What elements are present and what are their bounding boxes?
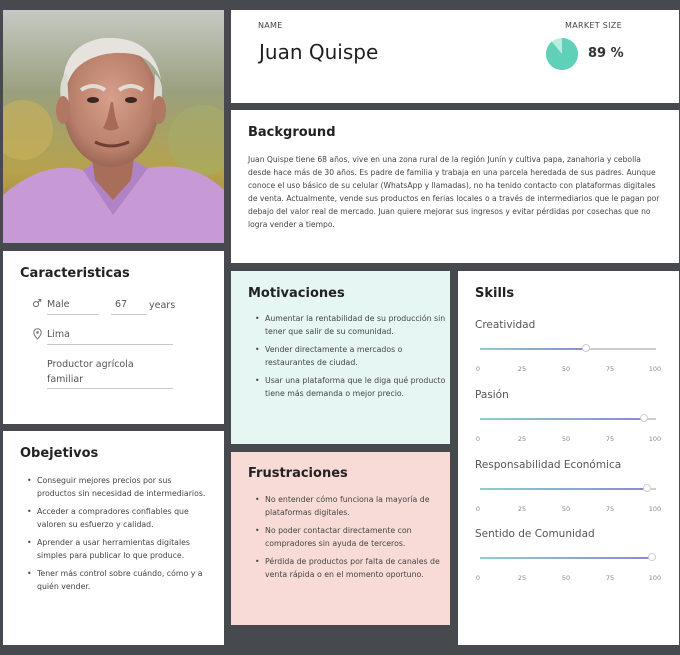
tick-label: 50 bbox=[561, 435, 571, 443]
occupation-field: Productor agrícola familiar bbox=[47, 359, 134, 385]
tick-label: 50 bbox=[561, 365, 571, 373]
tick-label: 100 bbox=[648, 435, 662, 443]
motivaciones-list: Aumentar la rentabilidad de su producció… bbox=[252, 313, 447, 406]
list-item: Vender directamente a mercados o restaur… bbox=[255, 344, 447, 369]
skill-label: Responsabilidad Económica bbox=[475, 459, 622, 471]
skill-scale: 0 25 50 75 100 bbox=[475, 574, 661, 584]
name-label: NAME bbox=[258, 21, 283, 30]
tick-label: 0 bbox=[475, 365, 481, 373]
skill-slider-fill bbox=[480, 557, 653, 559]
market-size-pie bbox=[545, 38, 578, 70]
objetivos-card: Obejetivos Conseguir mejores precios por… bbox=[3, 431, 224, 645]
tick-label: 0 bbox=[475, 574, 481, 582]
list-item: Pérdida de productos por falta de canale… bbox=[255, 556, 447, 581]
skill-scale: 0 25 50 75 100 bbox=[475, 365, 661, 375]
skills-card: Skills Creatividad 0 25 50 75 100 Pasión… bbox=[458, 271, 679, 645]
background-title: Background bbox=[248, 125, 336, 140]
skill-slider-track[interactable] bbox=[480, 344, 656, 352]
skill-label: Pasión bbox=[475, 389, 509, 401]
tick-label: 50 bbox=[561, 574, 571, 582]
age-field: 67 bbox=[115, 299, 128, 310]
tick-label: 75 bbox=[605, 365, 615, 373]
motivaciones-title: Motivaciones bbox=[248, 286, 345, 301]
background-card: Background Juan Quispe tiene 68 años, vi… bbox=[231, 110, 679, 263]
skill-slider-track[interactable] bbox=[480, 414, 656, 422]
tick-label: 25 bbox=[517, 365, 527, 373]
age-underline bbox=[111, 314, 147, 315]
skill-scale: 0 25 50 75 100 bbox=[475, 435, 661, 445]
location-field: Lima bbox=[47, 329, 71, 340]
tick-label: 25 bbox=[517, 505, 527, 513]
tick-label: 75 bbox=[605, 435, 615, 443]
persona-name: Juan Quispe bbox=[259, 40, 379, 64]
gender-field: Male bbox=[47, 299, 70, 310]
frustraciones-title: Frustraciones bbox=[248, 466, 348, 481]
background-text: Juan Quispe tiene 68 años, vive en una z… bbox=[248, 155, 660, 229]
objetivos-title: Obejetivos bbox=[20, 446, 99, 461]
location-pin-icon bbox=[33, 328, 42, 340]
tick-label: 0 bbox=[475, 505, 481, 513]
skill-slider-fill bbox=[480, 418, 644, 420]
skill-slider-handle[interactable] bbox=[643, 484, 652, 492]
skill-slider-fill bbox=[480, 488, 648, 490]
occupation-underline bbox=[47, 388, 173, 389]
header-card: NAME Juan Quispe MARKET SIZE 89 % bbox=[231, 10, 679, 103]
skill-label: Sentido de Comunidad bbox=[475, 528, 595, 540]
tick-label: 50 bbox=[561, 505, 571, 513]
motivaciones-card: Motivaciones Aumentar la rentabilidad de… bbox=[231, 271, 450, 444]
gender-underline bbox=[47, 314, 99, 315]
list-item: Usar una plataforma que le diga qué prod… bbox=[255, 375, 447, 400]
tick-label: 75 bbox=[605, 574, 615, 582]
objetivos-list: Conseguir mejores precios por sus produc… bbox=[24, 475, 212, 599]
list-item: Acceder a compradores confiables que val… bbox=[27, 506, 212, 531]
list-item: No entender cómo funciona la mayoría de … bbox=[255, 494, 447, 519]
list-item: Aprender a usar herramientas digitales s… bbox=[27, 537, 212, 562]
list-item: Aumentar la rentabilidad de su producció… bbox=[255, 313, 447, 338]
skill-scale: 0 25 50 75 100 bbox=[475, 505, 661, 515]
skill-slider-track[interactable] bbox=[480, 484, 656, 492]
tick-label: 25 bbox=[517, 574, 527, 582]
tick-label: 100 bbox=[648, 365, 662, 373]
tick-label: 25 bbox=[517, 435, 527, 443]
list-item: Tener más control sobre cuándo, cómo y a… bbox=[27, 568, 212, 593]
caracteristicas-title: Caracteristicas bbox=[20, 266, 130, 281]
tick-label: 100 bbox=[648, 574, 662, 582]
tick-label: 75 bbox=[605, 505, 615, 513]
caracteristicas-card: Caracteristicas ♂ Male 67 years Lima Pro… bbox=[3, 251, 224, 424]
skill-label: Creatividad bbox=[475, 319, 536, 331]
portrait-image bbox=[3, 10, 224, 243]
tick-label: 0 bbox=[475, 435, 481, 443]
location-underline bbox=[47, 344, 173, 345]
skill-slider-handle[interactable] bbox=[648, 553, 657, 561]
skill-slider-handle[interactable] bbox=[639, 414, 648, 422]
market-size-label: MARKET SIZE bbox=[565, 21, 622, 30]
male-icon: ♂ bbox=[32, 297, 42, 310]
list-item: Conseguir mejores precios por sus produc… bbox=[27, 475, 212, 500]
frustraciones-list: No entender cómo funciona la mayoría de … bbox=[252, 494, 447, 587]
skill-slider-track[interactable] bbox=[480, 553, 657, 561]
list-item: No poder contactar directamente con comp… bbox=[255, 525, 447, 550]
skill-slider-handle[interactable] bbox=[581, 344, 590, 352]
age-unit: years bbox=[149, 300, 176, 311]
market-size-value: 89 % bbox=[588, 46, 624, 61]
skill-slider-fill bbox=[480, 348, 586, 350]
tick-label: 100 bbox=[648, 505, 662, 513]
skills-title: Skills bbox=[475, 286, 515, 301]
persona-photo bbox=[3, 10, 224, 243]
frustraciones-card: Frustraciones No entender cómo funciona … bbox=[231, 452, 450, 625]
